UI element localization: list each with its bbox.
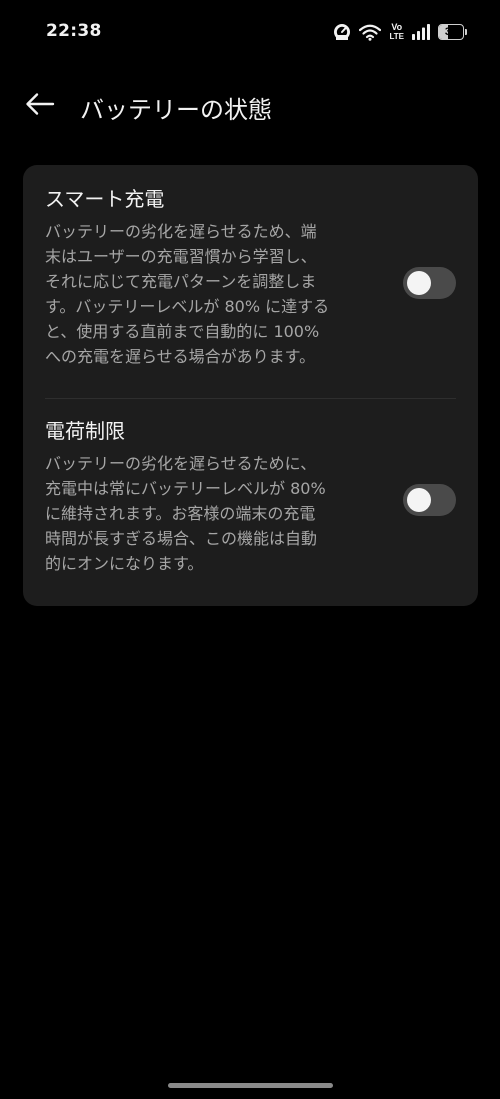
description-line: それに応じて充電パターンを調整しま: [45, 272, 317, 291]
description-line: への充電を遅らせる場合があります。: [45, 347, 316, 366]
wifi-icon: [359, 24, 382, 41]
volte-icon: Vo LTE: [389, 22, 404, 42]
battery-icon: 37: [438, 24, 468, 41]
page-title: バッテリーの状態: [80, 96, 272, 124]
toggle-knob: [407, 271, 431, 295]
setting-description: バッテリーの劣化を遅らせるため、端 末はユーザーの充電習慣から学習し、 それに応…: [45, 219, 385, 369]
setting-charge-limit[interactable]: 電荷制限 バッテリーの劣化を遅らせるために、 充電中は常にバッテリーレベルが 8…: [45, 419, 458, 576]
header: バッテリーの状態: [0, 82, 500, 130]
arrow-left-icon: [24, 92, 56, 120]
battery-tip: [465, 29, 467, 35]
description-line: バッテリーの劣化を遅らせるために、: [45, 454, 317, 473]
divider: [45, 398, 456, 399]
description-line: す。バッテリーレベルが 80% に達する: [45, 297, 330, 316]
status-icons: Vo LTE 37: [333, 20, 468, 44]
description-line: 充電中は常にバッテリーレベルが 80%: [45, 479, 326, 498]
description-line: 末はユーザーの充電習慣から学習し、: [45, 247, 317, 266]
setting-description: バッテリーの劣化を遅らせるために、 充電中は常にバッテリーレベルが 80% に維…: [45, 451, 385, 576]
charge-limit-toggle[interactable]: [403, 484, 456, 516]
status-time: 22:38: [46, 21, 102, 41]
signal-icon: [412, 24, 430, 40]
setting-smart-charging[interactable]: スマート充電 バッテリーの劣化を遅らせるため、端 末はユーザーの充電習慣から学習…: [45, 187, 458, 369]
description-line: 時間が長すぎる場合、この機能は自動: [45, 529, 318, 548]
setting-title: 電荷制限: [45, 419, 125, 443]
description-line: に維持されます。お客様の端末の充電: [45, 504, 316, 523]
status-bar: 22:38 Vo LTE 37: [0, 0, 500, 66]
battery-body: 37: [438, 24, 464, 40]
description-line: バッテリーの劣化を遅らせるため、端: [45, 222, 317, 241]
setting-title: スマート充電: [45, 187, 165, 211]
battery-level: 37: [444, 26, 458, 38]
volte-label: Vo: [391, 22, 403, 32]
gesture-navigation-bar[interactable]: [168, 1083, 333, 1088]
description-line: と、使用する直前まで自動的に 100%: [45, 322, 320, 341]
toggle-knob: [407, 488, 431, 512]
settings-card: スマート充電 バッテリーの劣化を遅らせるため、端 末はユーザーの充電習慣から学習…: [23, 165, 478, 606]
speed-meter-icon: [333, 23, 351, 41]
smart-charging-toggle[interactable]: [403, 267, 456, 299]
lte-label: LTE: [389, 32, 404, 41]
back-button[interactable]: [20, 88, 60, 124]
description-line: 的にオンになります。: [45, 554, 204, 573]
